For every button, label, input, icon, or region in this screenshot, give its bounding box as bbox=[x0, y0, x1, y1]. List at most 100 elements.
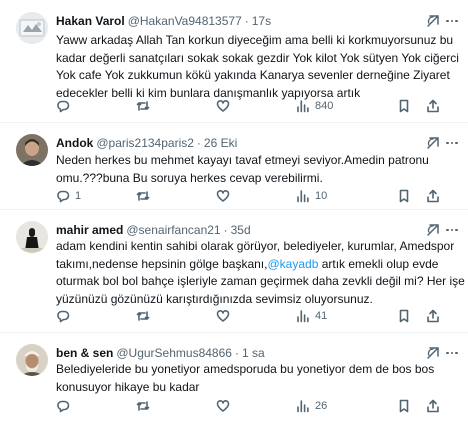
author-handle[interactable]: @senairfancan21 bbox=[126, 223, 220, 237]
author-name[interactable]: Hakan Varol bbox=[56, 14, 125, 28]
avatar[interactable] bbox=[16, 134, 48, 166]
tweet-text: Yaww arkadaş Allah Tan korkun diyeceğim … bbox=[56, 32, 459, 102]
more-icon[interactable] bbox=[444, 136, 460, 150]
avatar[interactable] bbox=[16, 221, 48, 253]
views-button[interactable]: 26 bbox=[296, 398, 327, 414]
tweet-text-line: kadar değerli sanatçıları sokak sokak ge… bbox=[56, 50, 459, 65]
bookmark-icon bbox=[399, 189, 409, 203]
tweet-header: Hakan Varol @HakanVa94813577 · 17s bbox=[56, 12, 428, 30]
views-icon bbox=[297, 100, 309, 113]
retweet-button[interactable] bbox=[136, 98, 155, 114]
bookmark-icon bbox=[399, 309, 409, 323]
tweet-text-line: takımı,nedense hepsinin gölge başkanı,@k… bbox=[56, 256, 450, 274]
tweet[interactable]: Hakan Varol @HakanVa94813577 · 17s Yaww … bbox=[0, 0, 468, 123]
bookmark-button[interactable] bbox=[397, 308, 411, 324]
mention-link[interactable]: @kayadb bbox=[267, 257, 318, 271]
tweet-text-line: adam kendini kentin sahibi olarak görüyo… bbox=[56, 239, 455, 253]
tweet-text: Belediyeleride bu yonetiyor amedsporuda … bbox=[56, 361, 450, 396]
tweet-text-segment: takımı,nedense hepsinin gölge başkanı, bbox=[56, 256, 268, 271]
share-icon bbox=[427, 189, 439, 203]
bookmark-button[interactable] bbox=[397, 398, 411, 414]
retweet-button[interactable] bbox=[136, 308, 155, 324]
author-name[interactable]: mahir amed bbox=[56, 223, 123, 237]
reply-button[interactable]: 1 bbox=[56, 188, 81, 204]
share-icon bbox=[427, 99, 439, 113]
tweet-text-line: Yok cafe Yok zukkumun kökü yakında Kanar… bbox=[56, 68, 450, 82]
bookmark-icon bbox=[399, 399, 409, 413]
separator-dot: · bbox=[234, 346, 239, 360]
views-count: 10 bbox=[315, 190, 328, 202]
reply-icon bbox=[57, 100, 70, 113]
timestamp[interactable]: 35d bbox=[231, 223, 251, 237]
reply-button[interactable] bbox=[56, 398, 75, 414]
like-icon bbox=[216, 190, 230, 202]
reply-icon bbox=[57, 190, 70, 203]
tweet-actions: 41 bbox=[56, 308, 450, 324]
author-name[interactable]: ben & sen bbox=[56, 346, 113, 360]
avatar-image bbox=[16, 134, 48, 166]
views-icon bbox=[297, 310, 309, 323]
like-icon bbox=[216, 400, 230, 412]
reply-button[interactable] bbox=[56, 308, 75, 324]
tweet-text-line: Neden herkes bu mehmet kayayı tavaf etme… bbox=[56, 153, 429, 167]
views-button[interactable]: 41 bbox=[296, 308, 327, 324]
more-icon[interactable] bbox=[444, 223, 460, 237]
avatar[interactable] bbox=[16, 344, 48, 376]
tweet[interactable]: ben & sen @UgurSehmus84866 · 1 sa Beledi… bbox=[0, 333, 468, 421]
views-count: 840 bbox=[315, 100, 334, 112]
grok-icon[interactable] bbox=[426, 136, 440, 150]
retweet-icon bbox=[136, 311, 150, 321]
share-button[interactable] bbox=[426, 98, 440, 114]
tweet-text: Neden herkes bu mehmet kayayı tavaf etme… bbox=[56, 152, 450, 187]
like-button[interactable] bbox=[216, 308, 235, 324]
views-count: 26 bbox=[315, 400, 328, 412]
tweet-header: Andok @paris2134paris2 · 26 Eki bbox=[56, 134, 428, 152]
timestamp[interactable]: 26 Eki bbox=[204, 136, 237, 150]
like-icon bbox=[216, 310, 230, 322]
avatar-image bbox=[16, 221, 48, 253]
share-button[interactable] bbox=[426, 308, 440, 324]
author-handle[interactable]: @HakanVa94813577 bbox=[128, 14, 242, 28]
like-button[interactable] bbox=[216, 98, 235, 114]
author-handle[interactable]: @paris2134paris2 bbox=[96, 136, 194, 150]
retweet-button[interactable] bbox=[136, 398, 155, 414]
author-name[interactable]: Andok bbox=[56, 136, 93, 150]
tweet[interactable]: Andok @paris2134paris2 · 26 Eki Neden he… bbox=[0, 123, 468, 210]
views-button[interactable]: 10 bbox=[296, 188, 327, 204]
share-icon bbox=[427, 399, 439, 413]
avatar-image bbox=[16, 344, 48, 376]
avatar[interactable] bbox=[16, 12, 48, 44]
retweet-button[interactable] bbox=[136, 188, 155, 204]
like-button[interactable] bbox=[216, 398, 235, 414]
bookmark-button[interactable] bbox=[397, 98, 411, 114]
tweet-text-line: omu.???buna Bu soruya herkes cevap vereb… bbox=[56, 170, 323, 185]
timestamp[interactable]: 17s bbox=[252, 14, 271, 28]
tweet-header: mahir amed @senairfancan21 · 35d bbox=[56, 221, 428, 239]
more-icon[interactable] bbox=[444, 346, 460, 360]
tweet-text-line: Yaww arkadaş Allah Tan korkun diyeceğim … bbox=[56, 33, 454, 47]
more-icon[interactable] bbox=[444, 14, 460, 28]
grok-icon[interactable] bbox=[426, 14, 440, 28]
bookmark-button[interactable] bbox=[397, 188, 411, 204]
tweet-text-line: konusuyor hikaye bu kadar bbox=[56, 379, 200, 394]
views-button[interactable]: 840 bbox=[296, 98, 333, 114]
share-button[interactable] bbox=[426, 398, 440, 414]
timestamp[interactable]: 1 sa bbox=[242, 346, 265, 360]
reply-button[interactable] bbox=[56, 98, 75, 114]
reply-count: 1 bbox=[75, 190, 82, 202]
tweet-text-line: Belediyeleride bu yonetiyor amedsporuda … bbox=[56, 362, 435, 376]
avatar-image bbox=[16, 12, 48, 44]
grok-icon[interactable] bbox=[426, 223, 440, 237]
grok-icon[interactable] bbox=[426, 346, 440, 360]
like-button[interactable] bbox=[216, 188, 235, 204]
retweet-icon bbox=[136, 101, 150, 111]
author-handle[interactable]: @UgurSehmus84866 bbox=[116, 346, 232, 360]
retweet-icon bbox=[136, 401, 150, 411]
tweet-actions: 840 bbox=[56, 98, 450, 114]
tweet-text-segment: artık emekli olup evde bbox=[318, 256, 439, 271]
tweet-text-line: oturmak bol bol bahçe işleriyle zaman ge… bbox=[56, 274, 465, 288]
separator-dot: · bbox=[196, 136, 201, 150]
share-button[interactable] bbox=[426, 188, 440, 204]
tweet[interactable]: mahir amed @senairfancan21 · 35d adam ke… bbox=[0, 210, 468, 333]
share-icon bbox=[427, 309, 439, 323]
